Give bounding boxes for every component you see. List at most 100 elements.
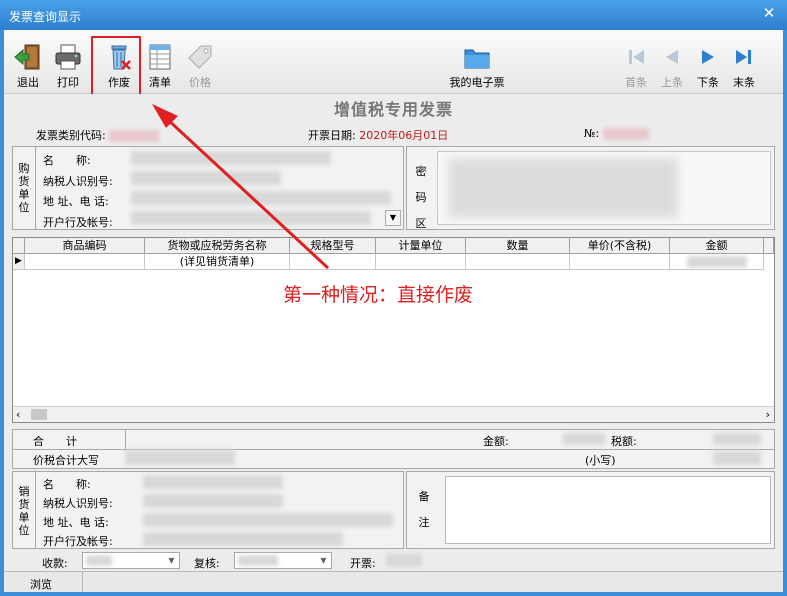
buyer-taxid-value <box>131 171 281 185</box>
my-einvoice-button[interactable]: 我的电子票 <box>444 42 510 90</box>
table-cell[interactable] <box>670 254 764 270</box>
seller-bank-value <box>143 532 343 546</box>
buyer-box: 购货单位 名 称: 纳税人识别号: 地 址、电 话: 开户行及帐号: ▼ <box>12 146 404 230</box>
folder-icon <box>464 49 490 69</box>
print-label: 打印 <box>57 76 79 89</box>
client-area: 退出 打印 作废 清单 价格 我的电子票 首条 上条 下条 末条 增值税专用发票… <box>4 30 783 592</box>
price-tag-icon <box>188 45 212 69</box>
first-record-icon <box>629 50 644 64</box>
seller-box: 销货单位 名 称: 纳税人识别号: 地 址、电 话: 开户行及帐号: <box>12 471 404 549</box>
title-bar: 发票查询显示 ✕ <box>0 0 787 30</box>
list-button[interactable]: 清单 <box>144 42 176 90</box>
col-header: 金额 <box>670 238 764 254</box>
small-value <box>713 451 761 465</box>
seller-taxid-label: 纳税人识别号: <box>43 497 113 510</box>
seller-bank-label: 开户行及帐号: <box>43 535 113 548</box>
next-record-icon <box>702 50 714 64</box>
category-code-value <box>109 130 160 142</box>
tax-label: 税额: <box>611 435 637 448</box>
exit-button[interactable]: 退出 <box>10 42 46 90</box>
seller-side-label: 销货单位 <box>18 485 30 537</box>
col-header: 商品编码 <box>25 238 145 254</box>
col-header: 货物或应税劳务名称 <box>145 238 290 254</box>
table-cell[interactable]: (详见销货清单) <box>145 254 290 270</box>
status-divider <box>82 572 83 592</box>
scroll-thumb[interactable] <box>31 409 47 420</box>
totals-box: 合 计 金额: 税额: 价税合计大写 (小写) <box>12 429 775 469</box>
prev-label: 上条 <box>661 76 683 89</box>
reviewer-value <box>238 555 278 566</box>
next-label: 下条 <box>697 76 719 89</box>
cipher-blur <box>448 158 678 218</box>
chevron-down-icon[interactable]: ▼ <box>317 554 330 567</box>
buyer-address-value <box>131 191 391 205</box>
cipher-label: 密码区 <box>415 165 427 230</box>
remarks-field[interactable] <box>445 476 771 544</box>
chevron-down-icon[interactable]: ▼ <box>165 554 178 567</box>
reviewer-select[interactable]: ▼ <box>234 552 332 569</box>
buyer-bank-value[interactable] <box>131 211 371 225</box>
first-button[interactable]: 首条 <box>620 42 652 90</box>
amount-value <box>686 256 747 268</box>
prev-button[interactable]: 上条 <box>656 42 688 90</box>
last-button[interactable]: 末条 <box>728 42 760 90</box>
payee-label: 收款: <box>42 557 68 570</box>
date-row: 开票日期: 2020年06月01日 <box>308 127 448 143</box>
row-header-corner <box>13 238 25 254</box>
number-value <box>602 128 649 140</box>
col-header: 计量单位 <box>376 238 466 254</box>
table-cell[interactable] <box>290 254 376 270</box>
amount-label: 金额: <box>483 435 509 448</box>
horizontal-scrollbar[interactable]: ‹ › <box>13 406 774 422</box>
scroll-left-icon[interactable]: ‹ <box>16 408 20 421</box>
printer-icon <box>55 44 81 70</box>
next-button[interactable]: 下条 <box>692 42 724 90</box>
payee-select[interactable]: ▼ <box>82 552 180 569</box>
table-cell[interactable] <box>376 254 466 270</box>
exit-icon <box>14 44 40 70</box>
buyer-address-label: 地 址、电 话: <box>43 195 109 208</box>
buyer-name-label: 名 称: <box>43 154 91 167</box>
number-label: №: <box>584 127 600 140</box>
table-cell[interactable] <box>25 254 145 270</box>
col-header: 规格型号 <box>290 238 376 254</box>
col-header: 单价(不含税) <box>570 238 670 254</box>
remarks-box: 备注 <box>406 471 775 549</box>
reviewer-label: 复核: <box>194 557 220 570</box>
list-label: 清单 <box>149 76 171 89</box>
close-icon[interactable]: ✕ <box>760 4 778 22</box>
invoice-title: 增值税专用发票 <box>333 100 453 119</box>
issuer-label: 开票: <box>350 557 376 570</box>
buyer-side-label: 购货单位 <box>18 162 30 214</box>
last-record-icon <box>736 50 751 64</box>
col-header-overflow <box>764 238 774 254</box>
tax-total-value <box>713 433 761 445</box>
cipher-box: 密码区 <box>406 146 775 230</box>
category-code-label: 发票类别代码: <box>36 129 106 142</box>
scroll-right-icon[interactable]: › <box>766 408 770 421</box>
prev-record-icon <box>666 50 678 64</box>
status-mode: 浏览 <box>30 578 52 591</box>
total-label: 合 计 <box>33 435 77 448</box>
buyer-taxid-label: 纳税人识别号: <box>43 175 113 188</box>
exit-label: 退出 <box>17 76 39 89</box>
category-code-row: 发票类别代码: <box>36 127 160 143</box>
print-button[interactable]: 打印 <box>50 42 86 90</box>
last-label: 末条 <box>733 76 755 89</box>
items-grid: 商品编码 货物或应税劳务名称 规格型号 计量单位 数量 单价(不含税) 金额 ▶… <box>12 237 775 423</box>
table-cell[interactable] <box>466 254 570 270</box>
issuer-value <box>386 554 422 567</box>
seller-name-label: 名 称: <box>43 478 91 491</box>
seller-address-value <box>143 513 393 527</box>
first-label: 首条 <box>625 76 647 89</box>
total-caps-value <box>125 450 235 465</box>
number-row: №: <box>584 127 649 140</box>
seller-address-label: 地 址、电 话: <box>43 516 109 529</box>
date-label: 开票日期: <box>308 129 356 142</box>
price-button[interactable]: 价格 <box>182 42 218 90</box>
chevron-down-icon[interactable]: ▼ <box>385 210 401 226</box>
price-label: 价格 <box>189 76 211 89</box>
seller-name-value <box>143 475 283 489</box>
table-cell[interactable] <box>570 254 670 270</box>
void-highlight-box <box>91 36 141 98</box>
